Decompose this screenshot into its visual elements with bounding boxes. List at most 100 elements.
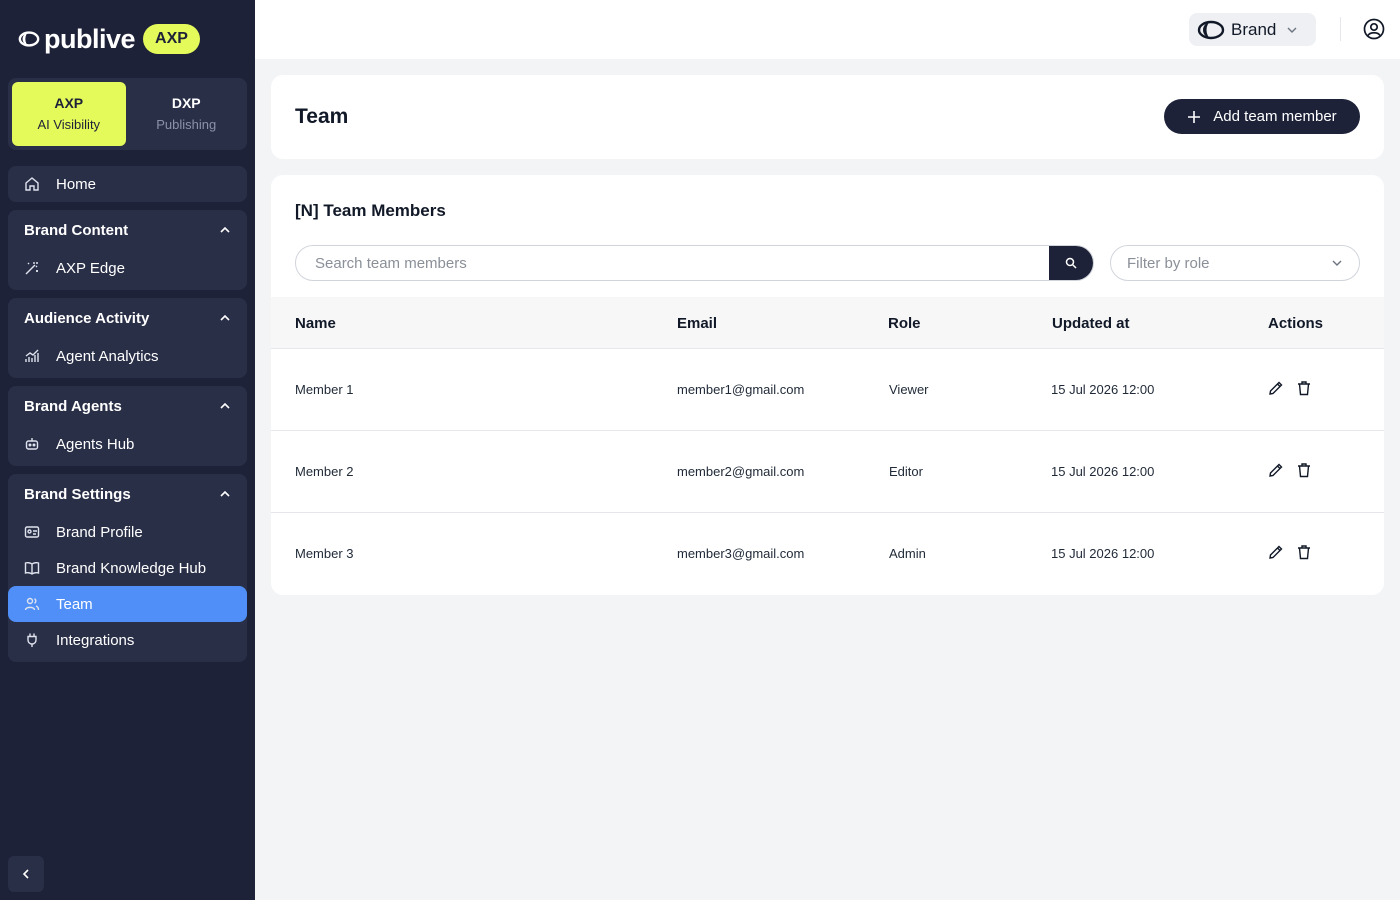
sidebar: publive AXP AXP AI Visibility DXP Publis… <box>0 0 255 900</box>
group-title: Brand Settings <box>24 485 131 503</box>
sidebar-item-label: Agent Analytics <box>56 347 159 365</box>
brand-logo-icon <box>1197 20 1225 39</box>
sidebar-item-label: Home <box>56 175 97 193</box>
table-row[interactable]: Member 3 member3@gmail.com Admin 15 Jul … <box>271 513 1384 595</box>
sidebar-item-agents-hub[interactable]: Agents Hub <box>8 426 247 462</box>
row-actions <box>1268 380 1312 396</box>
member-name: Member 3 <box>295 546 354 561</box>
brand-selector-label: Brand <box>1231 19 1277 39</box>
search-button[interactable] <box>1049 246 1093 280</box>
plug-icon <box>24 632 40 648</box>
member-updated-at: 15 Jul 2026 12:00 <box>1051 464 1155 479</box>
row-actions <box>1268 462 1312 478</box>
robot-icon <box>24 436 40 452</box>
column-header-role[interactable]: Role <box>888 315 921 332</box>
topbar: Brand <box>255 0 1400 59</box>
search-bar <box>295 245 1094 281</box>
group-title: Brand Agents <box>24 397 122 415</box>
group-title: Brand Content <box>24 221 129 239</box>
page-header-card: Team Add team member <box>271 75 1384 159</box>
home-icon <box>24 176 40 192</box>
group-header-audience-activity[interactable]: Audience Activity <box>8 298 247 338</box>
member-email: member2@gmail.com <box>677 464 805 479</box>
column-header-name[interactable]: Name <box>295 315 336 332</box>
chevron-down-icon <box>1332 260 1342 266</box>
group-title: Audience Activity <box>24 309 150 327</box>
member-name: Member 1 <box>295 382 354 397</box>
table-row[interactable]: Member 2 member2@gmail.com Editor 15 Jul… <box>271 431 1384 513</box>
mode-subtitle: AI Visibility <box>37 117 101 132</box>
sidebar-item-brand-profile[interactable]: Brand Profile <box>8 514 247 550</box>
chevron-up-icon <box>220 314 230 321</box>
edit-pencil-icon[interactable] <box>1268 544 1284 560</box>
logo-text: publive <box>44 23 136 54</box>
page-title: Team <box>295 105 349 128</box>
team-members-card: [N] Team Members Filter by role Name Ema… <box>271 175 1384 595</box>
sidebar-item-label: Agents Hub <box>56 435 135 453</box>
search-icon <box>1065 257 1077 269</box>
sidebar-item-team[interactable]: Team <box>8 586 247 622</box>
sidebar-item-label: Brand Profile <box>56 523 143 541</box>
role-filter-select[interactable]: Filter by role <box>1110 245 1360 281</box>
mode-dxp-button[interactable]: DXP Publishing <box>130 82 244 146</box>
mode-subtitle: Publishing <box>156 117 217 132</box>
member-role: Viewer <box>889 382 929 397</box>
mode-title: AXP <box>54 95 84 111</box>
sidebar-item-integrations[interactable]: Integrations <box>8 622 247 658</box>
delete-trash-icon[interactable] <box>1296 544 1312 560</box>
sidebar-item-label: Integrations <box>56 631 135 649</box>
member-updated-at: 15 Jul 2026 12:00 <box>1051 546 1155 561</box>
group-header-brand-content[interactable]: Brand Content <box>8 210 247 250</box>
column-header-email[interactable]: Email <box>677 315 717 332</box>
member-role: Admin <box>889 546 926 561</box>
delete-trash-icon[interactable] <box>1296 380 1312 396</box>
nav-group-audience-activity: Audience Activity Agent Analytics <box>8 298 247 378</box>
chevron-up-icon <box>220 490 230 497</box>
delete-trash-icon[interactable] <box>1296 462 1312 478</box>
analytics-icon <box>24 348 40 364</box>
table-header: Name Email Role Updated at Actions <box>271 297 1384 349</box>
magic-wand-icon <box>24 260 40 276</box>
edit-pencil-icon[interactable] <box>1268 380 1284 396</box>
chevron-up-icon <box>220 226 230 233</box>
sidebar-item-home[interactable]: Home <box>8 166 247 202</box>
product-badge: AXP <box>143 24 200 54</box>
nav-home-card: Home <box>8 166 247 202</box>
nav-group-brand-agents: Brand Agents Agents Hub <box>8 386 247 466</box>
chevron-up-icon <box>220 402 230 409</box>
add-team-member-button[interactable]: Add team member <box>1164 99 1360 134</box>
mode-title: DXP <box>171 95 201 111</box>
member-updated-at: 15 Jul 2026 12:00 <box>1051 382 1155 397</box>
sidebar-item-agent-analytics[interactable]: Agent Analytics <box>8 338 247 374</box>
user-account-icon[interactable] <box>1363 18 1385 40</box>
sidebar-item-label: Team <box>56 595 93 613</box>
role-filter-placeholder: Filter by role <box>1127 254 1210 272</box>
member-email: member3@gmail.com <box>677 546 805 561</box>
edit-pencil-icon[interactable] <box>1268 462 1284 478</box>
plus-icon <box>1188 110 1201 123</box>
chevron-left-icon <box>22 869 29 879</box>
topbar-divider <box>1340 17 1341 41</box>
add-team-member-label: Add team member <box>1213 108 1337 125</box>
group-header-brand-settings[interactable]: Brand Settings <box>8 474 247 514</box>
table-row[interactable]: Member 1 member1@gmail.com Viewer 15 Jul… <box>271 349 1384 431</box>
collapse-sidebar-button[interactable] <box>8 856 44 892</box>
chevron-down-icon <box>1287 27 1297 33</box>
row-actions <box>1268 544 1312 560</box>
mode-switch: AXP AI Visibility DXP Publishing <box>8 78 247 150</box>
column-header-actions: Actions <box>1268 315 1324 332</box>
member-role: Editor <box>889 464 923 479</box>
sidebar-item-brand-knowledge-hub[interactable]: Brand Knowledge Hub <box>8 550 247 586</box>
app-logo[interactable]: publive AXP <box>18 22 200 56</box>
member-name: Member 2 <box>295 464 354 479</box>
brand-selector[interactable]: Brand <box>1189 13 1316 46</box>
nav-group-brand-content: Brand Content AXP Edge <box>8 210 247 290</box>
sidebar-item-label: AXP Edge <box>56 259 125 277</box>
mode-axp-button[interactable]: AXP AI Visibility <box>12 82 126 146</box>
search-input[interactable] <box>296 246 1049 280</box>
sidebar-item-axp-edge[interactable]: AXP Edge <box>8 250 247 286</box>
users-icon <box>24 596 40 612</box>
sidebar-item-label: Brand Knowledge Hub <box>56 559 207 577</box>
column-header-updated-at[interactable]: Updated at <box>1052 315 1130 332</box>
group-header-brand-agents[interactable]: Brand Agents <box>8 386 247 426</box>
